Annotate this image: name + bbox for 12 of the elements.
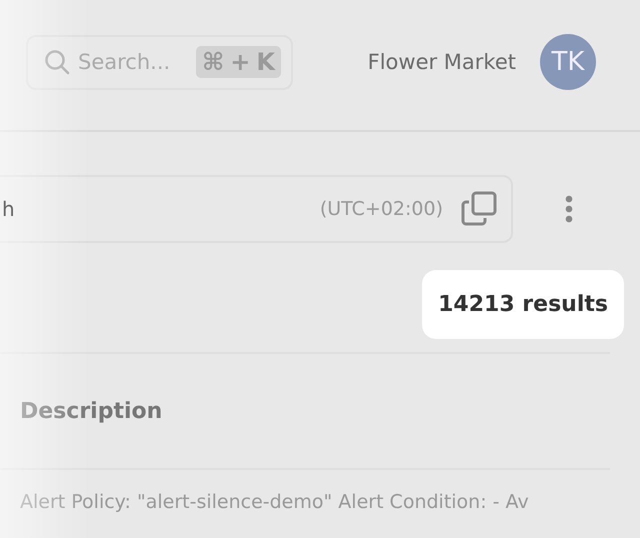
field-text: h (2, 197, 15, 221)
date-range-field[interactable]: h (UTC+02:00) (0, 175, 513, 243)
search-icon (44, 49, 70, 75)
search-field[interactable]: Search... (78, 50, 188, 74)
keyboard-shortcut: ⌘ + K (196, 46, 281, 78)
results-count: 14213 results (422, 270, 624, 339)
column-header: Description (20, 398, 162, 424)
copy-icon[interactable] (461, 191, 497, 227)
timezone-label: (UTC+02:00) (320, 198, 443, 220)
organization-name: Flower Market (368, 50, 516, 74)
more-options-icon[interactable] (565, 195, 573, 223)
table-cell: Alert Policy: "alert-silence-demo" Alert Condition: - Av (20, 491, 529, 513)
